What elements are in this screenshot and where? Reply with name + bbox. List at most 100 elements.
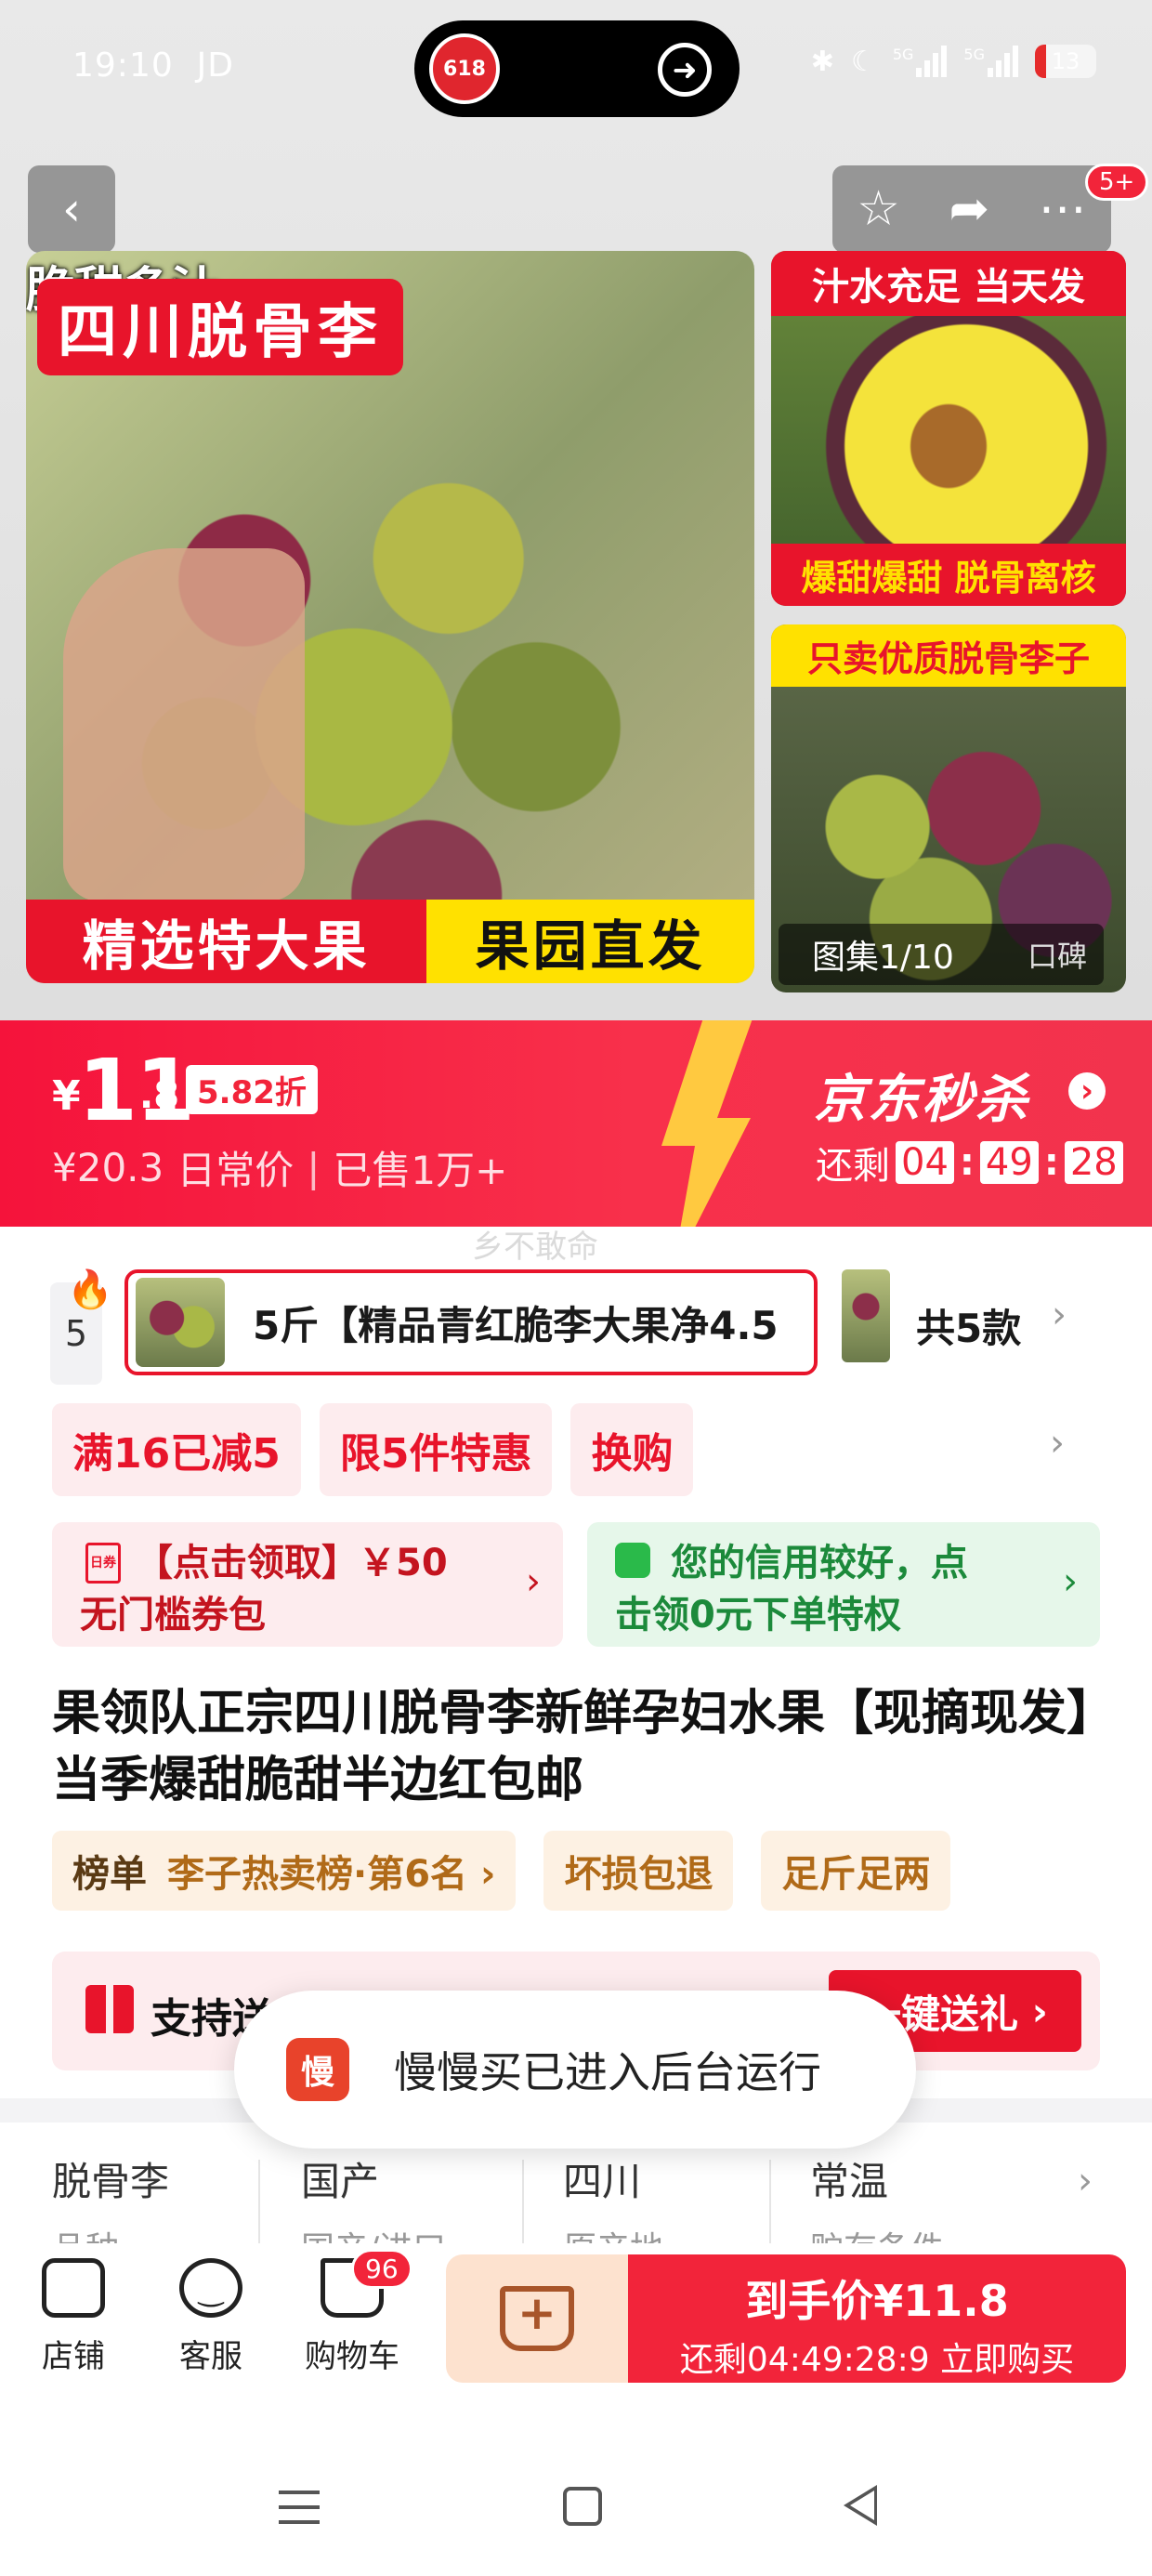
chevron-right-icon: › bbox=[526, 1560, 541, 1603]
toast-message: 慢慢买已进入后台运行 bbox=[394, 2047, 821, 2097]
promo-tag-exchange[interactable]: 换购 bbox=[570, 1403, 694, 1496]
flash-sale-title[interactable]: 京东秒杀 bbox=[814, 1058, 1029, 1133]
guarantee-chip-weight[interactable]: 足斤足两 bbox=[761, 1831, 951, 1911]
coupon-line-2: 无门槛券包 bbox=[80, 1594, 266, 1636]
favorite-star-icon[interactable]: ☆ bbox=[857, 181, 900, 237]
store-label: 店铺 bbox=[42, 2338, 105, 2375]
spec-value: 国产 bbox=[301, 2159, 380, 2204]
price-banner: ¥ 11 .8 5.82折 ¥20.3 日常价 | 已售1万+ 京东秒杀 › 还… bbox=[0, 1020, 1152, 1227]
enter-arrow-icon: ➜ bbox=[658, 43, 712, 97]
manmanmai-app-icon: 慢 bbox=[286, 2038, 349, 2101]
spec-label: 原产地 bbox=[563, 2222, 663, 2243]
product-gallery-area: 19:10 JD 618 ➜ ✱ ☾ 5G 5G 13 ‹ ☆ ➦ ⋯ 5+ 四… bbox=[0, 0, 1152, 1022]
spec-origin-type: 国产 国产/进口 bbox=[301, 2150, 446, 2243]
banner-left-text: 精选特大果 bbox=[26, 900, 427, 983]
spec-storage: 常温 贮存条件 bbox=[810, 2150, 944, 2243]
store-button[interactable]: 店铺 bbox=[22, 2258, 124, 2376]
promo-tag-discount[interactable]: 满16已减5 bbox=[52, 1403, 301, 1496]
countdown-minutes: 49 bbox=[979, 1141, 1039, 1184]
spec-label: 品种 bbox=[52, 2222, 169, 2243]
guarantee-chip-damage[interactable]: 坏损包退 bbox=[543, 1831, 734, 1911]
credit-line-1: 您的信用较好，点 bbox=[671, 1542, 968, 1584]
spec-divider bbox=[258, 2160, 260, 2243]
sku-option-selected[interactable]: 5斤【精品青红脆李大果净4.5 bbox=[124, 1269, 818, 1375]
home-icon[interactable] bbox=[563, 2487, 602, 2526]
signal-icon: 5G bbox=[893, 46, 948, 77]
spec-variety: 脱骨李 品种 bbox=[52, 2150, 169, 2243]
carrier-label: JD bbox=[196, 46, 234, 85]
coupon-line-1: 【点击领取】￥50 bbox=[136, 1542, 448, 1584]
customer-service-label: 客服 bbox=[179, 2338, 242, 2375]
spec-label: 国产/进口 bbox=[301, 2222, 446, 2243]
message-badge: 5+ bbox=[1085, 164, 1149, 201]
gallery-counter-text: 图集1/10 bbox=[812, 939, 954, 977]
recent-apps-icon[interactable] bbox=[279, 2491, 320, 2524]
final-price-label: 到手价¥11.8 bbox=[745, 2276, 1009, 2326]
coupon-icon: 日券 bbox=[85, 1543, 121, 1584]
more-icon[interactable]: ⋯ bbox=[1039, 181, 1087, 237]
buy-now-button[interactable]: 到手价¥11.8 还剩04:49:28:9 立即购买 bbox=[628, 2254, 1126, 2383]
ranking-value: 李子热卖榜·第6名 bbox=[167, 1853, 468, 1896]
header-actions: ☆ ➦ ⋯ bbox=[832, 165, 1111, 253]
reviews-link[interactable]: 口碑 bbox=[1028, 933, 1087, 976]
status-bar: 19:10 JD 618 ➜ ✱ ☾ 5G 5G 13 bbox=[0, 0, 1152, 139]
hand-shape bbox=[63, 548, 305, 901]
product-title: 果领队正宗四川脱骨李新鲜孕妇水果【现摘现发】当季爆甜脆甜半边红包邮 bbox=[52, 1686, 1092, 1808]
sku-total-count[interactable]: 共5款 bbox=[916, 1297, 1021, 1354]
spec-divider bbox=[522, 2160, 524, 2243]
discount-badge: 5.82折 bbox=[186, 1065, 318, 1114]
chevron-right-icon[interactable]: › bbox=[1068, 1072, 1106, 1110]
clock: 19:10 bbox=[72, 46, 174, 85]
main-product-image[interactable]: 四川脱骨李 脆甜多汁 精选特大果 果园直发 bbox=[26, 251, 754, 983]
coupon-pack-card[interactable]: 日券 【点击领取】￥50 无门槛券包 › bbox=[52, 1522, 563, 1647]
battery-icon: 13 bbox=[1035, 45, 1096, 78]
system-nav-bar bbox=[0, 2435, 1152, 2576]
background-run-toast: 慢 慢慢买已进入后台运行 bbox=[234, 1991, 916, 2149]
customer-service-button[interactable]: 客服 bbox=[160, 2258, 262, 2376]
chevron-right-icon[interactable]: › bbox=[1052, 1294, 1067, 1336]
cart-label: 购物车 bbox=[305, 2338, 399, 2375]
event-618-icon: 618 bbox=[429, 33, 500, 104]
signal-icon: 5G bbox=[963, 46, 1018, 77]
status-icons: ✱ ☾ 5G 5G 13 bbox=[811, 45, 1096, 78]
price-decimal: .8 bbox=[139, 1074, 180, 1117]
promo-tag-limited[interactable]: 限5件特惠 bbox=[319, 1403, 553, 1496]
main-image-tag: 四川脱骨李 bbox=[37, 279, 403, 375]
ranking-row: 榜单 李子热卖榜·第6名 › 坏损包退 足斤足两 bbox=[52, 1831, 951, 1911]
banner-right-text: 果园直发 bbox=[426, 900, 754, 983]
cart-count-badge: 96 bbox=[351, 2249, 412, 2289]
buy-now-countdown: 还剩04:49:28:9 立即购买 bbox=[679, 2341, 1075, 2379]
chevron-right-icon[interactable]: › bbox=[1050, 1422, 1065, 1465]
share-icon[interactable]: ➦ bbox=[949, 181, 990, 237]
dynamic-island[interactable]: 618 ➜ bbox=[414, 20, 740, 117]
spec-origin: 四川 原产地 bbox=[563, 2150, 663, 2243]
ranking-chip[interactable]: 榜单 李子热卖榜·第6名 › bbox=[52, 1831, 517, 1911]
sold-count: 已售1万+ bbox=[333, 1148, 508, 1193]
shopping-bag-icon bbox=[615, 1543, 650, 1578]
credit-privilege-card[interactable]: 您的信用较好，点 击领0元下单特权 › bbox=[587, 1522, 1100, 1647]
chevron-right-icon: › bbox=[1063, 1560, 1078, 1603]
side-image-2-top-caption: 只卖优质脱骨李子 bbox=[771, 624, 1126, 687]
spec-label: 贮存条件 bbox=[810, 2222, 944, 2243]
fire-icon: 🔥 bbox=[67, 1268, 113, 1311]
add-to-cart-button[interactable] bbox=[446, 2254, 628, 2383]
sku-selector: 5 🔥 5斤【精品青红脆李大果净4.5 共5款 › bbox=[0, 1256, 1152, 1385]
chevron-right-icon: › bbox=[479, 1853, 496, 1896]
sku-option-next[interactable] bbox=[842, 1269, 890, 1362]
gift-icon bbox=[85, 1985, 134, 2033]
back-button[interactable]: ‹ bbox=[28, 165, 115, 253]
back-triangle-icon[interactable] bbox=[844, 2485, 877, 2526]
side-image-1[interactable]: 汁水充足 当天发 爆甜爆甜 脱骨离核 bbox=[771, 251, 1126, 606]
countdown-hours: 04 bbox=[896, 1141, 954, 1184]
battery-level: 13 bbox=[1051, 48, 1080, 74]
store-icon bbox=[42, 2258, 105, 2318]
bluetooth-icon: ✱ bbox=[810, 45, 834, 78]
credit-line-2: 击领0元下单特权 bbox=[615, 1594, 901, 1636]
sku-thumbnail bbox=[136, 1278, 225, 1367]
original-price-row: ¥20.3 日常价 | 已售1万+ bbox=[52, 1139, 507, 1196]
spec-value: 常温 bbox=[810, 2159, 889, 2204]
gallery-counter[interactable]: 图集1/10 口碑 bbox=[779, 924, 1104, 985]
add-cart-icon bbox=[500, 2286, 574, 2351]
sku-name: 5斤【精品青红脆李大果净4.5 bbox=[253, 1302, 779, 1348]
status-time: 19:10 JD bbox=[72, 46, 234, 85]
